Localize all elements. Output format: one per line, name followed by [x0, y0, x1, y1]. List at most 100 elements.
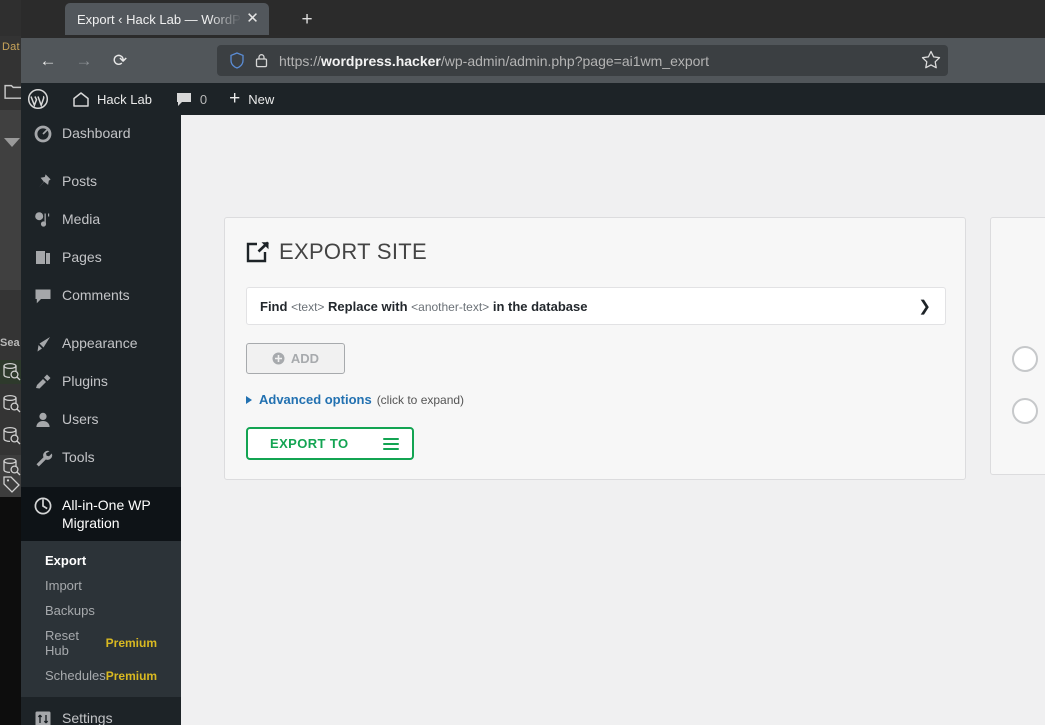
- sidebar-item-posts[interactable]: Posts: [21, 163, 181, 201]
- media-icon: [35, 212, 50, 227]
- export-to-button[interactable]: EXPORT TO: [246, 427, 414, 460]
- database-suffix: in the database: [492, 298, 588, 314]
- sidebar-item-pages[interactable]: Pages: [21, 239, 181, 277]
- pin-icon: [38, 174, 51, 188]
- wordpress-admin: Hack Lab 0 + New Dashboard Posts Media P…: [21, 83, 1045, 725]
- navigation-toolbar: ← → ⟳ https://wordpress.hacker/wp-admin/…: [21, 38, 1045, 83]
- radio-option-row[interactable]: I ne: [1012, 398, 1045, 424]
- database-search-icon: [3, 362, 21, 381]
- chevron-right-icon[interactable]: ❯: [918, 297, 931, 315]
- new-content-button[interactable]: New: [248, 92, 274, 107]
- radio-option-row[interactable]: I ha: [1012, 346, 1045, 372]
- submenu-item-export[interactable]: Export: [21, 548, 181, 573]
- submenu-item-label: Import: [45, 578, 82, 593]
- submenu-item-schedules[interactable]: Schedules Premium: [21, 663, 181, 688]
- advanced-options-label: Advanced options: [259, 392, 372, 407]
- plugin-icon: [36, 374, 51, 389]
- sidebar-item-users[interactable]: Users: [21, 401, 181, 439]
- plus-icon[interactable]: +: [229, 88, 240, 110]
- sidebar-item-all-in-one-wp-migration[interactable]: All-in-One WP Migration: [21, 487, 189, 541]
- lock-icon[interactable]: [255, 53, 268, 68]
- submenu-badge: Premium: [105, 668, 158, 683]
- sidebar-item-dashboard[interactable]: Dashboard: [21, 115, 181, 153]
- pages-icon: [36, 251, 50, 264]
- find-label: Find: [260, 298, 288, 314]
- sidebar-item-label: Posts: [62, 173, 98, 189]
- main-content: EXPORT SITE Find <text> Replace with <an…: [181, 115, 1045, 725]
- export-icon: [246, 241, 269, 263]
- tag-icon: [3, 476, 20, 493]
- sidebar-item-label: Dashboard: [62, 125, 131, 141]
- sidebar-item-label: Appearance: [62, 335, 138, 351]
- menu-separator: [21, 153, 181, 163]
- comment-count: 0: [199, 91, 208, 107]
- address-bar[interactable]: https://wordpress.hacker/wp-admin/admin.…: [217, 45, 948, 76]
- back-icon[interactable]: ←: [35, 48, 61, 74]
- shield-icon[interactable]: [229, 52, 245, 69]
- plus-circle-icon: [272, 352, 285, 365]
- sidebar-item-plugins[interactable]: Plugins: [21, 363, 181, 401]
- page-title: EXPORT SITE: [279, 239, 427, 264]
- submenu-item-label: Export: [45, 553, 87, 568]
- background-label: Dat: [2, 41, 20, 53]
- find-replace-row[interactable]: Find <text> Replace with <another-text> …: [246, 287, 946, 325]
- advanced-options-hint: (click to expand): [376, 392, 465, 407]
- triangle-right-icon: [246, 395, 252, 404]
- menu-separator: [21, 315, 181, 325]
- tab-bar: Export ‹ Hack Lab — WordPress ✕ +: [21, 0, 1045, 38]
- sidebar-item-media[interactable]: Media: [21, 201, 181, 239]
- settings-icon: [35, 711, 51, 725]
- new-tab-button[interactable]: +: [295, 8, 319, 32]
- migration-icon: [34, 497, 52, 515]
- submenu-item-label: Backups: [45, 603, 95, 618]
- replace-placeholder: <another-text>: [411, 299, 490, 314]
- sidebar-item-label: Pages: [62, 249, 102, 265]
- submenu-item-reset-hub[interactable]: Reset Hub Premium: [21, 623, 181, 663]
- wrench-icon: [36, 450, 53, 467]
- sidebar-item-label: Settings: [62, 710, 113, 725]
- submenu-item-import[interactable]: Import: [21, 573, 181, 598]
- export-site-card: EXPORT SITE Find <text> Replace with <an…: [224, 217, 966, 480]
- radio-button[interactable]: [1012, 398, 1038, 424]
- sidebar-item-settings[interactable]: Settings: [21, 697, 181, 725]
- menu-separator: [21, 477, 181, 487]
- url-prefix: https://: [279, 52, 322, 69]
- sidebar-item-appearance[interactable]: Appearance: [21, 325, 181, 363]
- url-text: https://wordpress.hacker/wp-admin/admin.…: [279, 53, 709, 69]
- wp-admin-bar: Hack Lab 0 + New: [21, 83, 1045, 115]
- add-button-label: ADD: [290, 351, 320, 366]
- tab-title: Export ‹ Hack Lab — WordPress: [77, 11, 249, 27]
- site-name[interactable]: Hack Lab: [97, 92, 152, 107]
- star-icon[interactable]: [920, 49, 942, 71]
- forward-icon[interactable]: →: [71, 48, 97, 74]
- comment-bubble-icon[interactable]: [176, 91, 192, 107]
- url-path: /wp-admin/admin.php?page=ai1wm_export: [440, 52, 709, 69]
- user-icon: [36, 412, 50, 427]
- browser-tab[interactable]: Export ‹ Hack Lab — WordPress ✕: [65, 3, 269, 35]
- export-to-label: EXPORT TO: [270, 436, 349, 451]
- submenu-item-label: Schedules: [45, 668, 106, 683]
- card-header: EXPORT SITE: [225, 218, 965, 265]
- submenu-item-backups[interactable]: Backups: [21, 598, 181, 623]
- sidebar-item-comments[interactable]: Comments: [21, 277, 181, 315]
- sidebar-item-label: Users: [62, 411, 99, 427]
- hamburger-icon: [383, 435, 400, 453]
- sidebar-item-tools[interactable]: Tools: [21, 439, 181, 477]
- radio-button[interactable]: [1012, 346, 1038, 372]
- admin-sidebar: Dashboard Posts Media Pages Comments App…: [21, 115, 189, 725]
- sidebar-item-label: Media: [62, 211, 101, 227]
- url-host: wordpress.hacker: [321, 52, 441, 69]
- find-placeholder: <text>: [291, 299, 325, 314]
- sidebar-item-label: Plugins: [62, 373, 108, 389]
- dashboard-icon: [34, 125, 52, 143]
- advanced-options-toggle[interactable]: Advanced options (click to expand): [246, 392, 464, 407]
- brush-icon: [37, 337, 50, 352]
- browser-window: Export ‹ Hack Lab — WordPress ✕ + ← → ⟳ …: [21, 0, 1045, 725]
- wordpress-logo-icon[interactable]: [27, 88, 49, 110]
- close-icon[interactable]: ✕: [244, 10, 261, 27]
- screen: Dat Sea Export ‹ Hack Lab — WordPress ✕ …: [0, 0, 1045, 725]
- add-button[interactable]: ADD: [246, 343, 345, 374]
- reload-icon[interactable]: ⟳: [107, 48, 133, 74]
- background-caret-icon: [4, 138, 20, 147]
- home-icon[interactable]: [72, 90, 90, 108]
